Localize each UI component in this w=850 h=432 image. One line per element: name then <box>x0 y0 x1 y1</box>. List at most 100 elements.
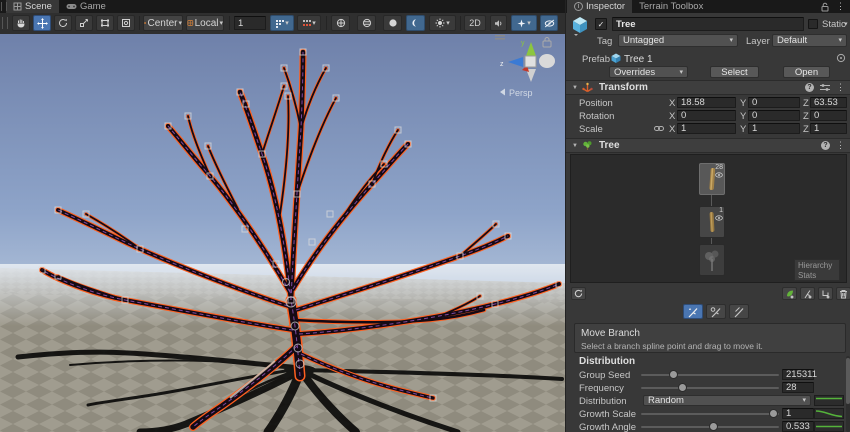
visibility-eye-icon[interactable] <box>715 215 723 221</box>
pivot-mode-dropdown[interactable]: Center▾ <box>143 15 183 31</box>
group-seed-slider[interactable] <box>641 369 779 380</box>
rotation-z-field[interactable]: 0 <box>810 110 847 121</box>
distribution-section-title: Distribution <box>579 356 635 367</box>
effects-toggle-button[interactable]: ▾ <box>511 15 537 31</box>
hierarchy-stats-toggle[interactable]: Hierarchy Stats <box>794 259 840 281</box>
growth-angle-value-field[interactable]: 0.533 <box>782 421 814 432</box>
kebab-menu-icon[interactable]: ⋮ <box>836 83 845 92</box>
foldout-icon[interactable]: ▼ <box>572 85 578 91</box>
transform-header[interactable]: ▼ Transform ? ⋮ <box>566 80 850 95</box>
shaded-mode-button[interactable] <box>331 15 350 31</box>
gizmo-cube[interactable] <box>525 56 536 67</box>
growth-angle-curve-field[interactable] <box>814 421 844 432</box>
rotate-tool-button[interactable] <box>54 15 72 31</box>
scene-visibility-button[interactable] <box>540 15 558 31</box>
scale-icon <box>79 18 89 28</box>
scale-label: Scale <box>579 124 603 135</box>
visibility-eye-icon[interactable] <box>715 172 723 178</box>
rotate-branch-tool-button[interactable] <box>706 304 726 319</box>
refresh-button[interactable] <box>571 287 586 300</box>
scrollbar-track[interactable] <box>846 356 850 432</box>
move-branch-tool-button[interactable] <box>683 304 703 319</box>
tag-dropdown[interactable]: Untagged▾ <box>618 34 738 47</box>
position-x-field[interactable]: 18.58 <box>677 97 736 108</box>
freehand-branch-tool-button[interactable] <box>729 304 749 319</box>
persp-label[interactable]: Persp <box>509 88 533 98</box>
rect-tool-button[interactable] <box>96 15 114 31</box>
frequency-value-field[interactable]: 28 <box>782 382 814 393</box>
position-y-field[interactable]: 0 <box>748 97 800 108</box>
duplicate-node-button[interactable] <box>818 287 833 300</box>
add-branch-group-button[interactable] <box>800 287 815 300</box>
scene-viewport[interactable]: y z Persp <box>0 34 565 432</box>
frequency-label: Frequency <box>579 383 624 394</box>
scene-lighting-button[interactable] <box>406 15 425 31</box>
scale-y-field[interactable]: 1 <box>748 123 800 134</box>
tab-terrain-toolbox[interactable]: Terrain Toolbox <box>632 0 710 13</box>
scrollbar-thumb[interactable] <box>846 358 850 404</box>
audio-toggle-button[interactable] <box>490 15 507 31</box>
kebab-menu-icon[interactable]: ⋮ <box>836 141 845 150</box>
wireframe-mode-button[interactable] <box>357 15 376 31</box>
lighting-dropdown-button[interactable]: ▾ <box>429 15 456 31</box>
space-mode-dropdown[interactable]: Local▾ <box>186 15 224 31</box>
2d-toggle-button[interactable]: 2D <box>464 15 486 31</box>
right-axis-cone[interactable] <box>539 54 555 68</box>
prefab-select-button[interactable]: Select <box>710 66 759 78</box>
help-icon[interactable]: ? <box>805 83 814 92</box>
kebab-menu-icon[interactable]: ⋮ <box>836 2 845 11</box>
drag-grip[interactable] <box>1 2 7 11</box>
prefab-open-button[interactable]: Open <box>783 66 830 78</box>
frequency-slider[interactable] <box>641 382 779 393</box>
grid-icon <box>275 19 284 28</box>
axis-y-label: Y <box>740 111 746 122</box>
prefab-settings-icon[interactable] <box>836 53 846 63</box>
growth-scale-value-field[interactable]: 1 <box>782 408 814 419</box>
help-icon[interactable]: ? <box>821 141 830 150</box>
gameobject-name-field[interactable]: Tree <box>612 17 804 31</box>
group-seed-value-field[interactable]: 215311 <box>782 369 814 380</box>
rotation-y-field[interactable]: 0 <box>748 110 800 121</box>
tree-thumbnail <box>700 245 724 275</box>
increment-snap-button[interactable]: ▾ <box>297 15 321 31</box>
scale-link-icon[interactable] <box>654 124 664 133</box>
rotation-x-field[interactable]: 0 <box>677 110 736 121</box>
position-z-field[interactable]: 63.53 <box>810 97 847 108</box>
foldout-icon[interactable]: ▼ <box>572 143 578 149</box>
overrides-dropdown[interactable]: Overrides▾ <box>609 66 688 78</box>
prefab-name[interactable]: Tree 1 <box>624 54 653 65</box>
refresh-icon <box>574 289 583 298</box>
distribution-curve-field[interactable] <box>814 395 844 406</box>
move-tool-button[interactable] <box>33 15 51 31</box>
scale-tool-button[interactable] <box>75 15 93 31</box>
growth-scale-curve-field[interactable] <box>814 408 844 419</box>
presets-icon[interactable] <box>820 83 830 92</box>
static-checkbox[interactable] <box>808 19 818 29</box>
distribution-dropdown[interactable]: Random▾ <box>643 395 811 406</box>
lock-icon[interactable] <box>821 2 829 12</box>
growth-scale-slider[interactable] <box>641 408 779 419</box>
transform-tool-button[interactable] <box>117 15 135 31</box>
scale-z-field[interactable]: 1 <box>810 123 847 134</box>
add-leaf-group-button[interactable] <box>782 287 797 300</box>
active-checkbox[interactable]: ✓ <box>595 18 607 30</box>
growth-angle-slider[interactable] <box>641 421 779 432</box>
grid-snap-button[interactable]: ▾ <box>270 15 294 31</box>
tree-hierarchy-panel[interactable]: 28 1 Hierarchy Stats <box>570 154 847 283</box>
snap-value-field[interactable]: 1 <box>234 16 266 30</box>
branch-node-root[interactable]: 28 <box>699 163 725 195</box>
axis-z-label: Z <box>803 111 809 122</box>
tab-game[interactable]: Game <box>59 0 113 13</box>
layer-dropdown[interactable]: Default▾ <box>772 34 847 47</box>
scale-x-field[interactable]: 1 <box>677 123 736 134</box>
delete-node-button[interactable] <box>836 287 850 300</box>
static-dropdown-icon[interactable]: ▾ <box>844 21 848 28</box>
hand-tool-button[interactable] <box>12 15 30 31</box>
shaded-wire-button[interactable] <box>383 15 402 31</box>
axis-y-label: Y <box>740 124 746 135</box>
tree-component-header[interactable]: ▼ Tree ? ⋮ <box>566 138 850 153</box>
tree-root-node[interactable] <box>699 244 725 276</box>
tab-inspector[interactable]: i Inspector <box>567 0 632 13</box>
branch-node-child[interactable]: 1 <box>699 206 725 238</box>
tab-scene[interactable]: Scene <box>6 0 59 13</box>
